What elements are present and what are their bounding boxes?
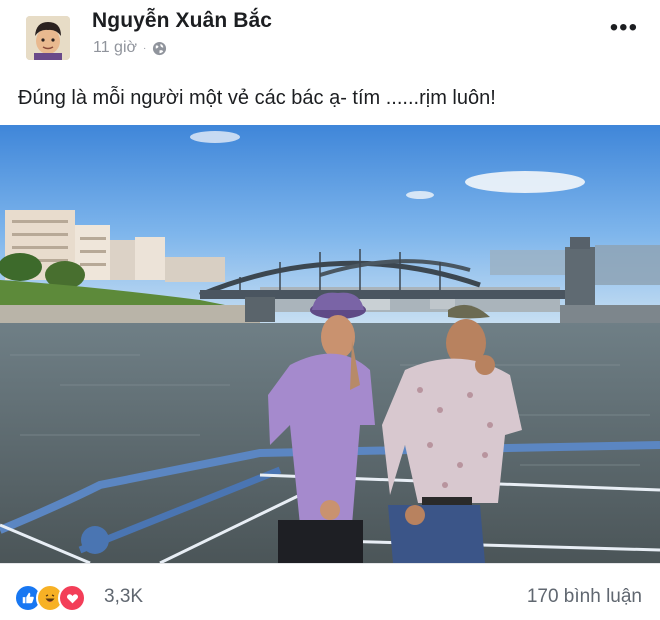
author-name[interactable]: Nguyễn Xuân Bắc	[92, 9, 272, 33]
post-photo[interactable]	[0, 125, 660, 563]
post-caption: Đúng là mỗi người một vẻ các bác ạ- tím …	[18, 87, 496, 109]
post-footer: 3,3K 170 bình luận	[0, 563, 660, 620]
reaction-count[interactable]: 3,3K	[104, 586, 143, 608]
avatar[interactable]	[26, 16, 70, 60]
comment-count[interactable]: 170 bình luận	[527, 586, 642, 608]
reaction-summary[interactable]	[14, 584, 86, 612]
meta-separator: ·	[143, 42, 147, 54]
more-icon[interactable]: •••	[610, 14, 638, 42]
post-header: Nguyễn Xuân Bắc 11 giờ · •••	[0, 0, 660, 72]
post-meta: 11 giờ ·	[93, 39, 167, 57]
globe-icon[interactable]	[152, 41, 167, 56]
post-time[interactable]: 11 giờ	[93, 39, 137, 57]
love-icon	[58, 584, 86, 612]
